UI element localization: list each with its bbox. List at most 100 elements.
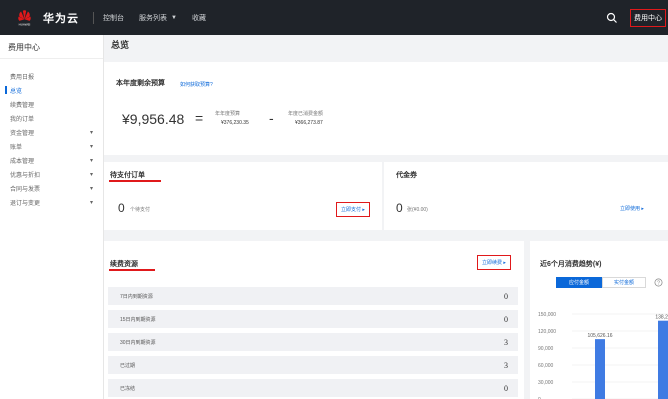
pay-now-label: 立即支付	[341, 207, 362, 213]
vouchers-card: 代金券 0 张(¥0.00) 立即使用 ▸	[384, 162, 668, 230]
sidebar-item-funds[interactable]: 资金管理 ▾	[0, 125, 103, 139]
row-value: 3	[504, 337, 508, 347]
services-menu[interactable]: 服务列表 ▼	[139, 13, 177, 23]
remaining-budget-amount: ¥9,956.48	[122, 111, 185, 127]
logo[interactable]: HUAWEI 华为云	[16, 9, 79, 26]
chart-bar[interactable]	[658, 320, 668, 399]
top-navigation-bar: HUAWEI 华为云 控制台 服务列表 ▼ 收藏 费用中心	[0, 0, 668, 35]
tab-payable[interactable]: 应付金额	[556, 277, 602, 288]
sidebar-item-label: 续费管理	[10, 102, 35, 109]
pending-orders-title: 待支付订单	[110, 172, 145, 179]
spent-label: 年度已消费金额	[288, 111, 324, 117]
svg-text:HUAWEI: HUAWEI	[19, 23, 31, 26]
sidebar-item-label: 合同与发票	[10, 186, 41, 193]
y-tick-label: 150,000	[538, 312, 556, 318]
minus-sign: -	[269, 110, 274, 126]
budget-help-link[interactable]: 如何获取预算?	[180, 81, 213, 88]
pending-orders-card: 待支付订单 0 个待支付 立即支付 ▸	[104, 162, 382, 230]
sidebar-item-label: 资金管理	[10, 130, 35, 137]
sidebar-item-label: 优惠与折扣	[10, 172, 41, 179]
sidebar-item-unsubscribe[interactable]: 退订与变更 ▾	[0, 195, 103, 209]
y-tick-label: 120,000	[538, 329, 556, 335]
console-link[interactable]: 控制台	[103, 13, 124, 23]
pending-orders-unit: 个待支付	[130, 207, 151, 213]
services-label: 服务列表	[139, 14, 167, 22]
vouchers-title: 代金券	[396, 172, 417, 179]
chevron-down-icon: ▾	[89, 171, 93, 178]
sidebar-item-renewal[interactable]: 续费管理	[0, 97, 103, 111]
divider	[93, 11, 94, 24]
sidebar-item-label: 总览	[10, 88, 23, 95]
spending-trend-chart: 150,000120,00090,00060,00030,0000105,626…	[538, 312, 668, 399]
renew-now-label: 立即续费	[482, 260, 503, 266]
row-value: 0	[504, 291, 508, 301]
pay-now-button[interactable]: 立即支付 ▸	[336, 202, 370, 217]
sidebar-item-label: 退订与变更	[10, 200, 41, 207]
budget-card: 本年度剩余预算 如何获取预算? ¥9,956.48 = 年年度预算 ¥376,2…	[104, 62, 668, 155]
sidebar-menu: 费用日报 总览 续费管理 我的订单 资金管理 ▾ 账单 ▾ 成本管理 ▾ 优惠与折扣 ▾…	[0, 59, 103, 209]
spending-trend-card: 近6个月消费趋势(¥) 应付金额 实付金额 ? 150,000 120,000 90…	[530, 241, 668, 399]
row-value: 3	[504, 360, 508, 370]
resource-row-7d[interactable]: 7日内到期资源 0	[108, 287, 518, 305]
page-title: 总览	[111, 40, 130, 50]
sidebar-item-bills[interactable]: 账单 ▾	[0, 139, 103, 153]
annual-budget-label: 年年度预算	[215, 111, 241, 117]
renewal-resources-title: 续费资源	[110, 261, 138, 268]
renew-now-button[interactable]: 立即续费 ▸	[477, 255, 511, 270]
sidebar-title: 费用中心	[0, 35, 103, 59]
question-circle-icon[interactable]: ?	[654, 278, 663, 287]
row-label: 已过期	[120, 362, 136, 369]
row-value: 0	[504, 383, 508, 393]
chevron-down-icon: ▾	[89, 185, 93, 192]
sidebar-item-label: 费用日报	[10, 74, 35, 81]
sidebar-item-label: 账单	[10, 144, 23, 151]
row-label: 15日内到期资源	[120, 316, 156, 323]
spending-trend-title: 近6个月消费趋势(¥)	[540, 261, 602, 268]
sidebar-item-contracts-invoices[interactable]: 合同与发票 ▾	[0, 181, 103, 195]
chevron-down-icon: ▾	[89, 129, 93, 136]
chevron-down-icon: ▾	[89, 143, 93, 150]
resource-row-frozen[interactable]: 已冻结 0	[108, 379, 518, 397]
title-highlight	[109, 269, 155, 271]
row-label: 已冻结	[120, 385, 136, 392]
vouchers-count: 0	[396, 201, 403, 215]
sidebar-item-overview[interactable]: 总览	[0, 83, 103, 97]
pending-orders-count: 0	[118, 201, 125, 215]
tab-paid[interactable]: 实付金额	[602, 277, 646, 288]
billing-center-link[interactable]: 费用中心	[630, 8, 666, 27]
use-now-label: 立即使用	[620, 206, 641, 212]
huawei-logo-icon: HUAWEI	[18, 10, 31, 26]
budget-title: 本年度剩余预算	[116, 80, 165, 87]
sidebar-item-label: 我的订单	[10, 116, 35, 123]
use-now-link[interactable]: 立即使用 ▸	[620, 205, 644, 212]
bar-value-label: 105,626.16	[587, 333, 612, 339]
favorites-link[interactable]: 收藏	[192, 13, 206, 23]
resource-row-expired[interactable]: 已过期 3	[108, 356, 518, 374]
sidebar-item-discounts[interactable]: 优惠与折扣 ▾	[0, 167, 103, 181]
resource-row-15d[interactable]: 15日内到期资源 0	[108, 310, 518, 328]
sidebar: 费用中心 费用日报 总览 续费管理 我的订单 资金管理 ▾ 账单 ▾ 成本管理 ▾ 优…	[0, 35, 104, 399]
y-tick-label: 60,000	[538, 363, 554, 369]
bar-value-label: 138,21	[655, 315, 668, 321]
chart-bar[interactable]	[595, 339, 605, 399]
brand-name: 华为云	[43, 12, 79, 25]
sidebar-item-cost-management[interactable]: 成本管理 ▾	[0, 153, 103, 167]
equals-sign: =	[195, 110, 204, 126]
svg-text:?: ?	[657, 281, 660, 287]
chevron-down-icon: ▾	[89, 157, 93, 164]
resource-row-30d[interactable]: 30日内到期资源 3	[108, 333, 518, 351]
row-value: 0	[504, 314, 508, 324]
y-tick-label: 30,000	[538, 380, 554, 386]
row-label: 7日内到期资源	[120, 293, 153, 300]
sidebar-item-daily-cost[interactable]: 费用日报	[0, 69, 103, 83]
chevron-down-icon: ▼	[171, 14, 177, 21]
sidebar-item-label: 成本管理	[10, 158, 35, 165]
annual-budget-value: ¥376,230.35	[221, 120, 249, 126]
spent-value: ¥366,273.87	[295, 120, 323, 126]
search-icon[interactable]	[606, 12, 618, 24]
y-tick-label: 90,000	[538, 346, 554, 352]
title-highlight	[109, 180, 161, 182]
row-label: 30日内到期资源	[120, 339, 156, 346]
chevron-down-icon: ▾	[89, 199, 93, 206]
sidebar-item-orders[interactable]: 我的订单	[0, 111, 103, 125]
